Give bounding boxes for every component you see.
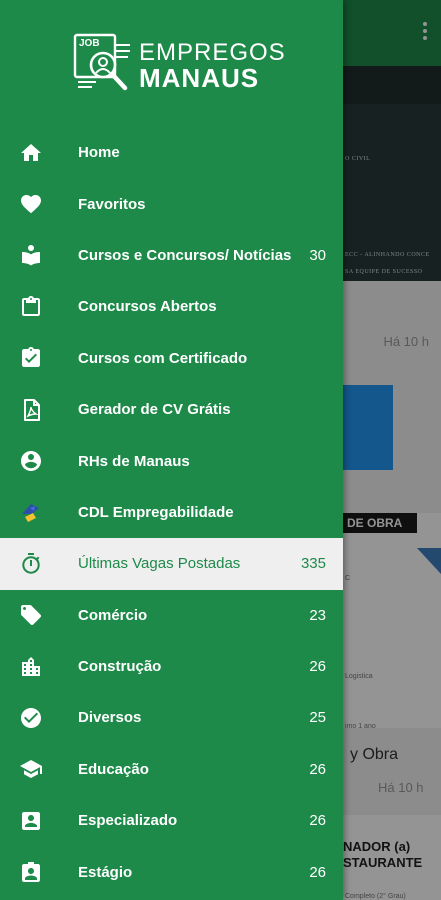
menu-item-diversos[interactable]: Diversos 25 (0, 692, 343, 743)
menu-item-home[interactable]: Home (0, 127, 343, 178)
graduation-cap-icon (20, 760, 42, 779)
menu-item-comercio[interactable]: Comércio 23 (0, 590, 343, 641)
contact-card-icon (22, 811, 40, 830)
menu-item-label: Educação (78, 760, 149, 778)
menu-item-estagio[interactable]: Estágio 26 (0, 846, 343, 897)
menu-item-count: 26 (309, 658, 326, 676)
menu-item-rhs-manaus[interactable]: RHs de Manaus (0, 435, 343, 486)
reader-icon (22, 245, 40, 266)
drawer-menu: Home Favoritos Cursos e Concursos/ Notíc… (0, 127, 343, 898)
menu-item-label: Favoritos (78, 195, 146, 213)
menu-item-favoritos[interactable]: Favoritos (0, 178, 343, 229)
menu-item-educacao[interactable]: Educação 26 (0, 744, 343, 795)
navigation-drawer: JOB EMPREGOS MANAUS Home Favoritos Curso… (0, 0, 343, 900)
timer-icon (22, 552, 40, 574)
menu-item-label: Estágio (78, 863, 133, 881)
clipboard-check-icon (22, 347, 40, 368)
menu-item-label: Concursos Abertos (78, 298, 217, 316)
menu-item-count: 25 (309, 709, 326, 727)
tag-icon (21, 605, 41, 626)
menu-item-label: Especializado (78, 812, 178, 830)
account-circle-icon (21, 451, 41, 472)
cdl-logo-icon (22, 504, 39, 523)
check-circle-icon (21, 707, 41, 728)
menu-item-cdl-empregabilidade[interactable]: CDL Empregabilidade (0, 487, 343, 538)
menu-item-label: Home (78, 144, 120, 162)
menu-item-label: Últimas Vagas Postadas (78, 555, 241, 573)
clipboard-icon (22, 295, 40, 316)
job-search-logo-icon: JOB (73, 33, 130, 91)
menu-item-ultimas-vagas[interactable]: Últimas Vagas Postadas 335 (0, 538, 343, 590)
menu-item-gerador-cv[interactable]: Gerador de CV Grátis (0, 384, 343, 435)
menu-item-especializado[interactable]: Especializado 26 (0, 795, 343, 846)
heart-icon (21, 195, 41, 214)
logo-job-text: JOB (79, 38, 100, 49)
badge-icon (22, 862, 40, 883)
menu-item-cursos-noticias[interactable]: Cursos e Concursos/ Notícias 30 (0, 230, 343, 281)
home-icon (21, 143, 41, 161)
city-icon (22, 656, 40, 676)
app-logo: JOB EMPREGOS MANAUS (72, 30, 285, 98)
menu-item-label: Construção (78, 658, 162, 676)
menu-item-label: Cursos com Certificado (78, 349, 248, 367)
menu-item-label: RHs de Manaus (78, 452, 190, 470)
menu-item-count: 26 (309, 812, 326, 830)
menu-item-label: CDL Empregabilidade (78, 503, 234, 521)
menu-item-concursos-abertos[interactable]: Concursos Abertos (0, 281, 343, 332)
menu-item-construcao[interactable]: Construção 26 (0, 641, 343, 692)
menu-item-count: 26 (309, 760, 326, 778)
logo-text-line2: MANAUS (139, 63, 260, 93)
menu-item-count: 23 (309, 606, 326, 624)
menu-item-label: Cursos e Concursos/ Notícias (78, 246, 292, 264)
menu-item-count: 335 (300, 555, 326, 573)
menu-item-count: 26 (309, 863, 326, 881)
menu-item-cursos-certificado[interactable]: Cursos com Certificado (0, 333, 343, 384)
menu-item-label: Gerador de CV Grátis (78, 401, 231, 419)
pdf-icon (24, 398, 40, 421)
menu-item-label: Comércio (78, 606, 148, 624)
menu-item-count: 30 (309, 246, 326, 264)
menu-item-label: Diversos (78, 709, 142, 727)
